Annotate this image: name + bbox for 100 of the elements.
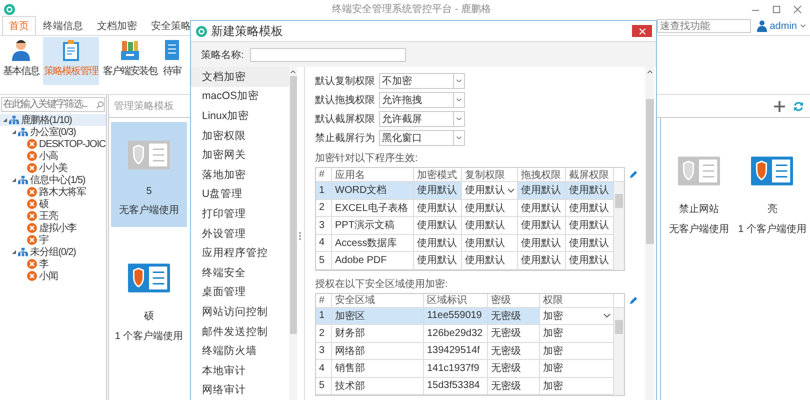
tree-item[interactable]: 鹿鹏格(1/10) — [0, 114, 106, 126]
edit-icon[interactable] — [629, 296, 638, 304]
scrollbar[interactable] — [289, 67, 297, 400]
setting-dropdown[interactable]: 黑化窗口 — [379, 130, 465, 146]
cell-dropdown[interactable]: 使用默认 — [462, 182, 518, 200]
tree-item[interactable]: 信息中心(1/5) — [0, 174, 106, 186]
policy-title: 硕 — [144, 310, 154, 323]
table-cell: 销售部 — [332, 360, 424, 378]
tree-item[interactable]: 宇 — [0, 234, 106, 246]
category-item[interactable]: 网络审计 — [191, 380, 289, 400]
user-menu[interactable]: admin — [750, 20, 810, 35]
policy-usage: 1 个客户端使用 — [738, 222, 806, 236]
scroll-up-icon[interactable] — [646, 70, 652, 74]
setting-label: 默认复制权限 — [315, 74, 376, 88]
offline-icon — [27, 223, 37, 233]
table-row[interactable]: 1 WORD文档 使用默认 使用默认 使用默认 使用默认 — [316, 182, 614, 200]
table-cell: 11ee559019 — [424, 308, 488, 325]
add-icon[interactable] — [774, 100, 785, 112]
category-item[interactable]: 邮件发送控制 — [191, 322, 289, 342]
org-chart-icon — [18, 175, 28, 185]
tree-item[interactable]: 王亮 — [0, 210, 106, 222]
category-item[interactable]: 本地审计 — [191, 360, 289, 380]
category-item[interactable]: macOS加密 — [191, 86, 289, 106]
table-row[interactable]: 1 加密区 11ee559019 无密级 加密 — [316, 308, 614, 325]
setting-dropdown[interactable]: 不加密 — [379, 72, 465, 88]
setting-dropdown[interactable]: 允许拖拽 — [379, 92, 465, 108]
table-cell: 2 — [316, 200, 332, 217]
table-cell: 1 — [316, 182, 332, 200]
org-chart-icon — [18, 247, 28, 257]
refresh-icon[interactable] — [793, 100, 804, 112]
table-row[interactable]: 5 Adobe PDF 使用默认 使用默认 使用默认 使用默认 — [316, 252, 614, 270]
table-cell: 使用默认 — [518, 217, 566, 234]
policy-card[interactable]: 亮 1 个客户端使用 — [736, 138, 808, 246]
category-item[interactable]: 加密网关 — [191, 145, 289, 165]
scrollbar[interactable] — [645, 67, 654, 400]
ribbon-button[interactable]: 客户端安装包 — [102, 37, 158, 85]
search-field[interactable]: 速查找功能 — [656, 19, 751, 33]
package-icon — [120, 39, 140, 61]
close-icon[interactable] — [793, 4, 802, 14]
policy-card[interactable]: 5 无客户端使用 — [111, 122, 187, 227]
splitter-handle[interactable] — [299, 232, 302, 240]
category-item[interactable]: 加密权限 — [191, 126, 289, 146]
table-cell: 5 — [316, 252, 332, 270]
edit-icon[interactable] — [629, 170, 638, 179]
org-chart-icon — [9, 115, 19, 125]
tree-item[interactable]: 虚拟小李 — [0, 222, 106, 234]
tree-item[interactable]: 硕 — [0, 198, 106, 210]
table-row[interactable]: 4 销售部 141c1937f9 无密级 加密 — [316, 360, 614, 378]
category-item[interactable]: 落地加密 — [191, 164, 289, 185]
table-cell: 财务部 — [332, 325, 424, 342]
tree-item[interactable]: 未分组(0/2) — [0, 246, 106, 258]
category-item[interactable]: Linux加密 — [191, 106, 289, 126]
table-cell: 无密级 — [488, 360, 540, 378]
tree-item[interactable]: 小闻 — [0, 270, 106, 282]
close-button[interactable] — [632, 25, 652, 37]
table-cell: 使用默认 — [414, 252, 462, 270]
tree-item[interactable]: 路木大将军 — [0, 186, 106, 198]
category-item[interactable]: 打印管理 — [191, 204, 289, 224]
tree-item[interactable]: 李 — [0, 258, 106, 270]
category-item[interactable]: 外设管理 — [191, 224, 289, 244]
table-row[interactable]: 5 技术部 15d3f53384 无密级 加密 — [316, 378, 614, 395]
tree-item[interactable]: 小高 — [0, 150, 106, 162]
category-item[interactable]: 终端防火墙 — [191, 341, 289, 361]
caret-icon — [456, 78, 462, 82]
policy-usage: 1 个客户端使用 — [114, 330, 184, 343]
setting-dropdown[interactable]: 允许截屏 — [379, 110, 465, 126]
tree-item[interactable]: 小小美 — [0, 162, 106, 174]
cell-dropdown[interactable]: 加密 — [540, 308, 614, 325]
category-item[interactable]: U盘管理 — [191, 184, 289, 204]
ribbon-tab[interactable]: 文档加密 — [90, 16, 144, 35]
category-item[interactable]: 桌面管理 — [191, 282, 289, 302]
ribbon-tab[interactable]: 终端信息 — [36, 16, 90, 35]
ribbon-button[interactable]: 待审 — [161, 37, 183, 85]
scrollbar[interactable] — [614, 308, 624, 395]
tree-item[interactable]: DESKTOP-JOIC — [0, 138, 106, 150]
table-cell: 加密区 — [332, 308, 424, 325]
table-row[interactable]: 2 财务部 126be29d32 无密级 加密 — [316, 325, 614, 342]
maximize-icon[interactable] — [772, 4, 781, 14]
table-row[interactable]: 4 Access数据库 使用默认 使用默认 使用默认 使用默认 — [316, 234, 614, 252]
table-row[interactable]: 2 EXCEL电子表格 使用默认 使用默认 使用默认 使用默认 — [316, 200, 614, 217]
table-row[interactable]: 3 PPT演示文稿 使用默认 使用默认 使用默认 使用默认 — [316, 217, 614, 234]
category-item[interactable]: 应用程序管控 — [191, 243, 289, 263]
table-cell: 使用默认 — [462, 252, 518, 270]
app-logo-icon — [4, 4, 15, 14]
category-item[interactable]: 文档加密 — [191, 67, 289, 87]
scroll-up-icon[interactable] — [290, 70, 296, 74]
tree-item[interactable]: 办公室(0/3) — [0, 126, 106, 138]
table-cell: 3 — [316, 342, 332, 360]
name-field[interactable] — [250, 48, 406, 62]
category-item[interactable]: 网站访问控制 — [191, 302, 289, 322]
category-item[interactable]: 终端安全 — [191, 262, 289, 283]
policy-card[interactable]: 禁止网站 无客户端使用 — [663, 138, 734, 246]
offline-icon — [27, 199, 37, 209]
scrollbar[interactable] — [614, 182, 624, 270]
ribbon-button[interactable]: 基本信息 — [2, 37, 40, 85]
table-cell: 使用默认 — [518, 234, 566, 252]
table-row[interactable]: 3 网络部 139429514f 无密级 加密 — [316, 342, 614, 360]
policy-icon — [751, 156, 794, 186]
policy-card[interactable]: 硕 1 个客户端使用 — [111, 245, 187, 353]
policy-icon — [128, 263, 170, 293]
